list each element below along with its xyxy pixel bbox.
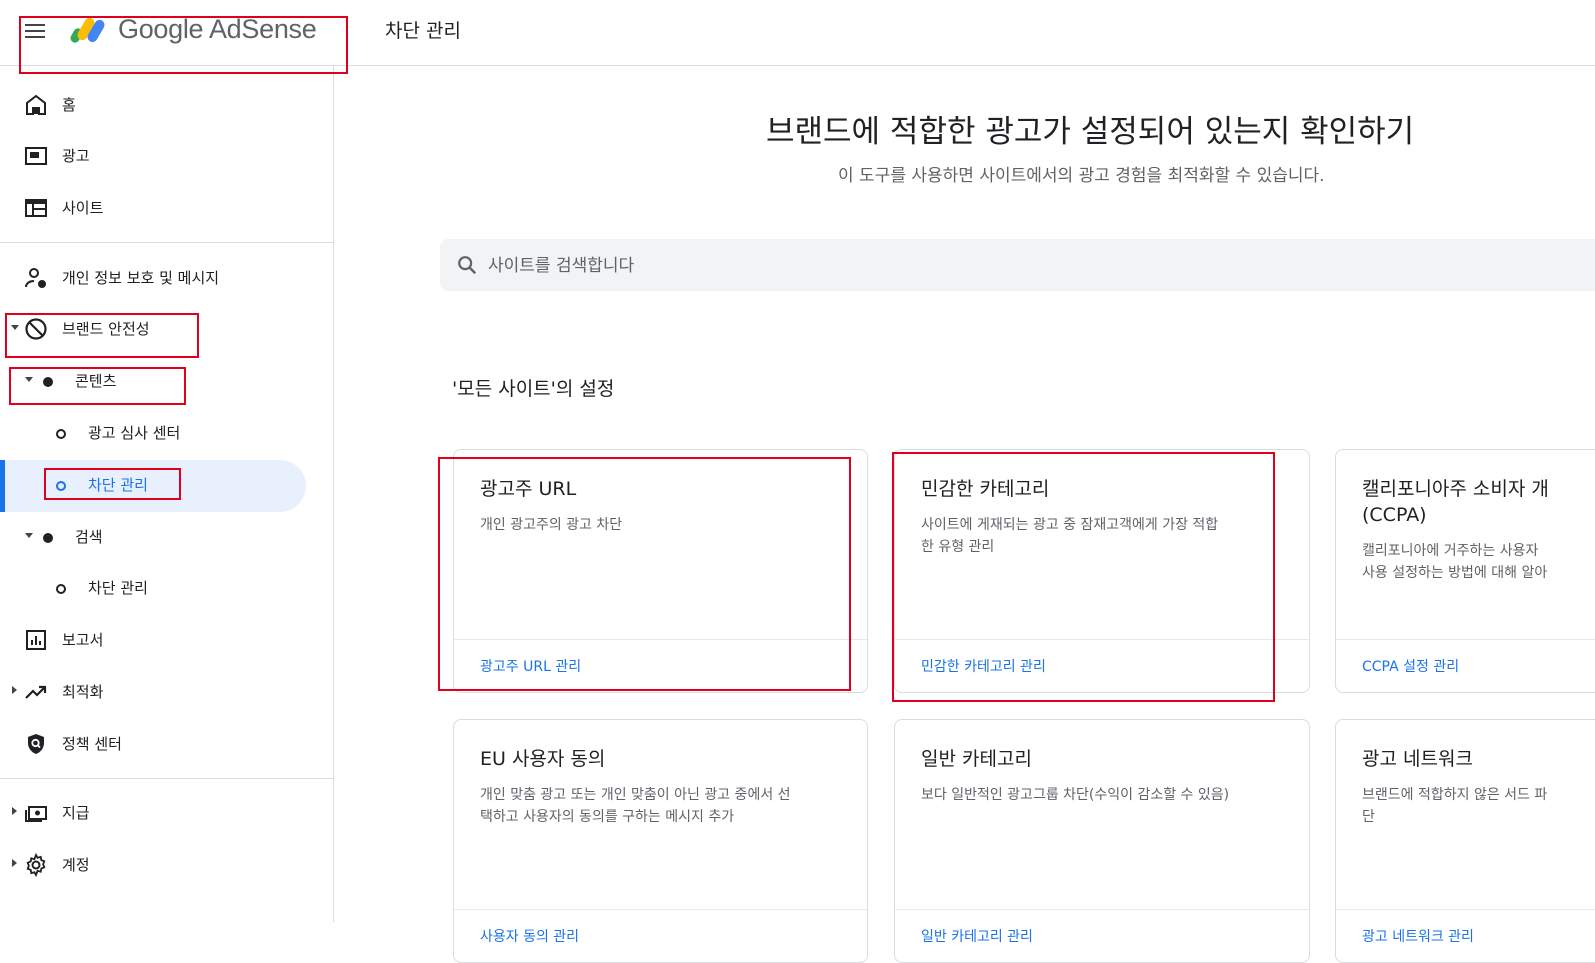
section-title: '모든 사이트'의 설정 bbox=[452, 378, 615, 400]
manage-ad-networks-link[interactable]: 광고 네트워크 관리 bbox=[1362, 926, 1474, 946]
sidebar-item-payments[interactable]: 지급 bbox=[0, 789, 333, 835]
bullet-ring-icon bbox=[56, 481, 66, 491]
card-footer: 광고주 URL 관리 bbox=[454, 639, 867, 692]
manage-eu-consent-link[interactable]: 사용자 동의 관리 bbox=[480, 926, 579, 946]
sidebar-item-label: 광고 심사 센터 bbox=[88, 424, 181, 442]
main-title: 브랜드에 적합한 광고가 설정되어 있는지 확인하기 bbox=[766, 114, 1415, 150]
chevron-right-icon[interactable] bbox=[12, 859, 17, 867]
sidebar-item-label: 홈 bbox=[62, 96, 76, 114]
sidebar-item-search[interactable]: 검색 bbox=[0, 513, 333, 559]
card-footer: 사용자 동의 관리 bbox=[454, 909, 867, 962]
chevron-down-icon[interactable] bbox=[25, 533, 33, 538]
sidebar-item-blocking-controls[interactable]: 차단 관리 bbox=[0, 461, 333, 507]
manage-general-categories-link[interactable]: 일반 카테고리 관리 bbox=[921, 926, 1033, 946]
card-title: 일반 카테고리 bbox=[921, 748, 1032, 770]
sidebar-item-privacy[interactable]: 개인 정보 보호 및 메시지 bbox=[0, 254, 333, 300]
card-description: 캘리포니아에 거주하는 사용자 사용 설정하는 방법에 대해 알아 bbox=[1362, 543, 1548, 581]
sidebar-item-ad-review[interactable]: 광고 심사 센터 bbox=[0, 409, 333, 455]
card-description: 사이트에 게재되는 광고 중 잠재고객에게 가장 적합 한 유형 관리 bbox=[921, 517, 1219, 555]
sidebar-item-label: 사이트 bbox=[62, 199, 104, 217]
bullet-filled-icon bbox=[43, 533, 53, 543]
bullet-ring-icon bbox=[56, 584, 66, 594]
main-subtitle: 이 도구를 사용하면 사이트에서의 광고 경험을 최적화할 수 있습니다. bbox=[838, 166, 1325, 186]
card-footer: 민감한 카테고리 관리 bbox=[895, 639, 1309, 692]
sidebar-item-ads[interactable]: 광고 bbox=[0, 132, 333, 178]
card-sensitive-categories: 민감한 카테고리 사이트에 게재되는 광고 중 잠재고객에게 가장 적합 한 유… bbox=[894, 449, 1310, 693]
card-description: 브랜드에 적합하지 않은 서드 파 단 bbox=[1362, 787, 1548, 825]
sidebar-item-policy-center[interactable]: 정책 센터 bbox=[0, 720, 333, 766]
privacy-icon bbox=[25, 268, 46, 288]
card-eu-consent: EU 사용자 동의 개인 맞춤 광고 또는 개인 맞춤이 아닌 광고 중에서 선… bbox=[453, 719, 868, 963]
sidebar-item-label: 계정 bbox=[62, 856, 90, 874]
sidebar-item-optimization[interactable]: 최적화 bbox=[0, 668, 333, 714]
card-description: 개인 맞춤 광고 또는 개인 맞춤이 아닌 광고 중에서 선 택하고 사용자의 … bbox=[480, 787, 791, 825]
sidebar-item-label: 콘텐츠 bbox=[75, 372, 117, 390]
adsense-logo-icon bbox=[70, 17, 105, 43]
bullet-filled-icon bbox=[43, 377, 53, 387]
card-description: 보다 일반적인 광고그룹 차단(수익이 감소할 수 있음) bbox=[921, 787, 1230, 803]
card-description: 개인 광고주의 광고 차단 bbox=[480, 517, 623, 533]
sidebar-item-home[interactable]: 홈 bbox=[0, 81, 333, 127]
sidebar-item-label: 브랜드 안전성 bbox=[62, 320, 150, 338]
sidebar-item-sites[interactable]: 사이트 bbox=[0, 184, 333, 230]
sidebar-item-label: 정책 센터 bbox=[62, 735, 122, 753]
card-general-categories: 일반 카테고리 보다 일반적인 광고그룹 차단(수익이 감소할 수 있음) 일반… bbox=[894, 719, 1310, 963]
card-footer: CCPA 설정 관리 bbox=[1336, 639, 1595, 692]
sidebar-item-label: 보고서 bbox=[62, 631, 104, 649]
card-title: 광고 네트워크 bbox=[1362, 748, 1473, 770]
sidebar-item-label: 차단 관리 bbox=[88, 579, 148, 597]
policy-shield-icon bbox=[28, 734, 44, 754]
trending-icon bbox=[25, 685, 47, 699]
chevron-down-icon[interactable] bbox=[11, 325, 19, 330]
card-ad-networks: 광고 네트워크 브랜드에 적합하지 않은 서드 파 단 광고 네트워크 관리 bbox=[1335, 719, 1595, 963]
sidebar-item-label: 검색 bbox=[75, 528, 103, 546]
sidebar-divider bbox=[0, 778, 333, 779]
ads-icon bbox=[25, 147, 47, 165]
payments-icon bbox=[25, 806, 47, 822]
sidebar-item-brand-safety[interactable]: 브랜드 안전성 bbox=[0, 305, 333, 351]
block-icon bbox=[25, 318, 47, 340]
home-icon bbox=[26, 94, 46, 115]
gear-icon bbox=[26, 853, 46, 877]
top-bar: Google AdSense 차단 관리 bbox=[0, 0, 1595, 66]
chevron-right-icon[interactable] bbox=[12, 807, 17, 815]
sites-icon bbox=[25, 199, 47, 217]
reports-icon bbox=[26, 630, 46, 650]
sidebar-item-content[interactable]: 콘텐츠 bbox=[0, 357, 333, 403]
sidebar-item-label: 차단 관리 bbox=[88, 476, 148, 494]
manage-sensitive-categories-link[interactable]: 민감한 카테고리 관리 bbox=[921, 656, 1046, 676]
card-footer: 광고 네트워크 관리 bbox=[1336, 909, 1595, 962]
card-title: 캘리포니아주 소비자 개 (CCPA) bbox=[1362, 478, 1549, 526]
search-icon bbox=[458, 256, 477, 275]
chevron-down-icon[interactable] bbox=[25, 377, 33, 382]
card-footer: 일반 카테고리 관리 bbox=[895, 909, 1309, 962]
sidebar-item-label: 지급 bbox=[62, 804, 90, 822]
app-logo-text[interactable]: Google AdSense bbox=[118, 14, 317, 45]
bullet-ring-icon bbox=[56, 429, 66, 439]
menu-icon[interactable] bbox=[24, 22, 46, 40]
manage-advertiser-url-link[interactable]: 광고주 URL 관리 bbox=[480, 656, 581, 676]
search-input[interactable] bbox=[486, 239, 1090, 293]
sidebar-item-account[interactable]: 계정 bbox=[0, 841, 333, 887]
sidebar-item-label: 광고 bbox=[62, 147, 90, 165]
sidebar-item-label: 개인 정보 보호 및 메시지 bbox=[62, 269, 220, 287]
sidebar-item-label: 최적화 bbox=[62, 683, 104, 701]
site-search-bar[interactable] bbox=[440, 239, 1595, 293]
sidebar-divider bbox=[0, 242, 333, 243]
chevron-right-icon[interactable] bbox=[12, 686, 17, 694]
card-title: 광고주 URL bbox=[480, 478, 577, 500]
page-title: 차단 관리 bbox=[385, 20, 461, 42]
card-title: 민감한 카테고리 bbox=[921, 478, 1050, 500]
sidebar-item-reports[interactable]: 보고서 bbox=[0, 616, 333, 662]
sidebar-item-search-blocking[interactable]: 차단 관리 bbox=[0, 564, 333, 610]
card-advertiser-url: 광고주 URL 개인 광고주의 광고 차단 광고주 URL 관리 bbox=[453, 449, 868, 693]
card-ccpa: 캘리포니아주 소비자 개 (CCPA) 캘리포니아에 거주하는 사용자 사용 설… bbox=[1335, 449, 1595, 693]
manage-ccpa-link[interactable]: CCPA 설정 관리 bbox=[1362, 656, 1459, 676]
card-title: EU 사용자 동의 bbox=[480, 748, 606, 770]
